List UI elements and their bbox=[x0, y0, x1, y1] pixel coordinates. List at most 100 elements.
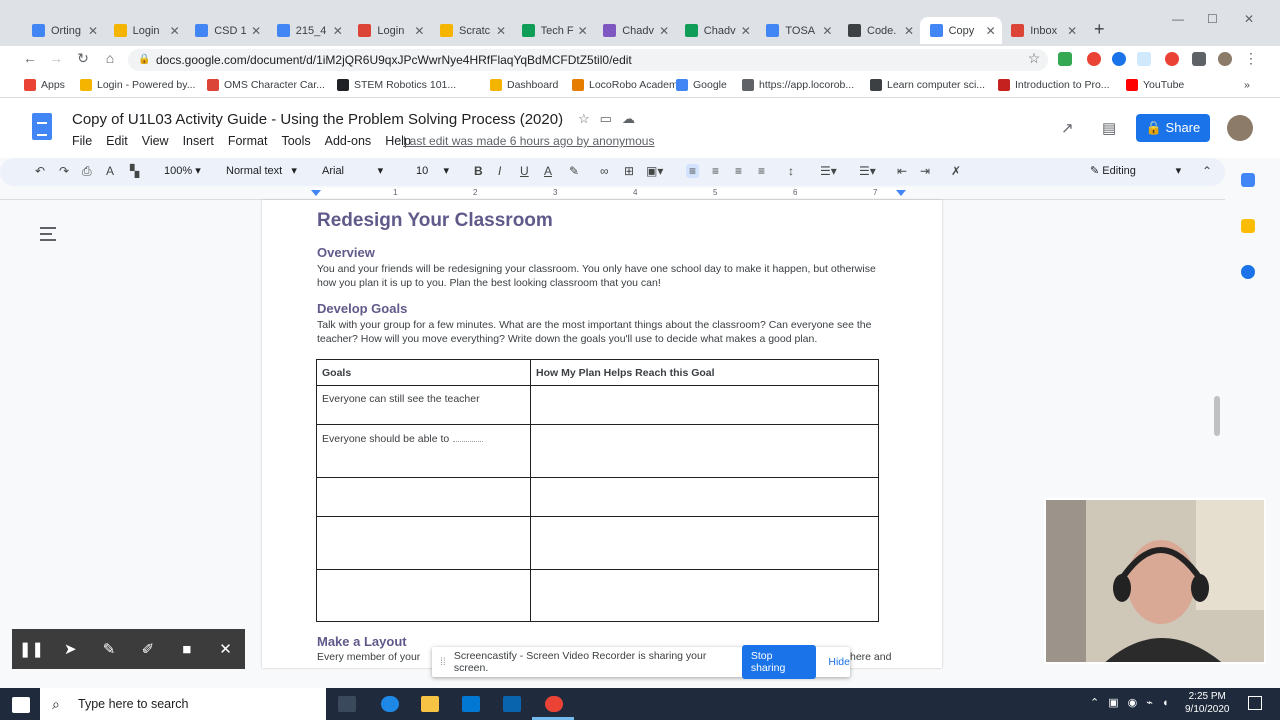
font-size-select[interactable]: 10 ▾ bbox=[416, 164, 449, 177]
highlight-icon[interactable]: ✎ bbox=[569, 164, 579, 178]
tab-close-icon[interactable]: ✕ bbox=[249, 24, 263, 38]
profile-avatar-icon[interactable] bbox=[1218, 52, 1232, 66]
move-folder-icon[interactable]: ▭ bbox=[600, 111, 622, 126]
pause-icon[interactable]: ❚❚ bbox=[12, 640, 51, 658]
browser-tab[interactable]: TOSA ✕ bbox=[756, 17, 838, 44]
tab-close-icon[interactable]: ✕ bbox=[984, 24, 998, 38]
windows-start-icon[interactable] bbox=[12, 697, 30, 713]
spellcheck-icon[interactable]: A bbox=[106, 164, 114, 178]
close-toolbar-icon[interactable]: ✕ bbox=[206, 640, 245, 658]
undo-icon[interactable]: ↶ bbox=[35, 164, 45, 178]
bookmark-item[interactable]: LocoRobo Academ... bbox=[572, 79, 686, 91]
calendar-side-icon[interactable] bbox=[1241, 173, 1255, 187]
table-cell[interactable]: Everyone should be able to bbox=[316, 424, 531, 478]
file-explorer-icon[interactable] bbox=[421, 696, 439, 712]
new-tab-button[interactable]: + bbox=[1094, 19, 1105, 40]
extension-icon[interactable] bbox=[1137, 52, 1151, 66]
bookmark-item[interactable]: Apps bbox=[24, 79, 65, 91]
browser-tab[interactable]: 215_4 ✕ bbox=[267, 17, 349, 44]
tab-close-icon[interactable]: ✕ bbox=[168, 24, 182, 38]
underline-icon[interactable]: U bbox=[520, 164, 529, 178]
bulleted-list-icon[interactable]: ☰▾ bbox=[859, 164, 876, 178]
extension-icon[interactable] bbox=[1058, 52, 1072, 66]
camera-icon[interactable]: ■ bbox=[167, 641, 206, 658]
bookmark-item[interactable]: Google bbox=[676, 79, 727, 91]
line-spacing-icon[interactable]: ↕ bbox=[788, 164, 794, 178]
font-select[interactable]: Arial ▾ bbox=[322, 164, 383, 177]
bookmark-item[interactable]: Introduction to Pro... bbox=[998, 79, 1110, 91]
system-tray-icons[interactable]: ⌃▣◉⌁◖ bbox=[1090, 696, 1177, 709]
tab-close-icon[interactable]: ✕ bbox=[412, 24, 426, 38]
google-docs-logo-icon[interactable] bbox=[32, 113, 52, 140]
redo-icon[interactable]: ↷ bbox=[59, 164, 69, 178]
comments-icon[interactable]: ▤ bbox=[1102, 119, 1116, 137]
browser-tab[interactable]: Chadv ✕ bbox=[675, 17, 757, 44]
table-cell[interactable] bbox=[530, 569, 879, 622]
bold-icon[interactable]: B bbox=[474, 164, 483, 178]
forward-icon[interactable]: → bbox=[46, 50, 66, 70]
bookmark-item[interactable]: STEM Robotics 101... bbox=[337, 79, 456, 91]
cloud-status-icon[interactable]: ☁ bbox=[622, 111, 645, 126]
bookmark-item[interactable]: Learn computer sci... bbox=[870, 79, 985, 91]
tab-close-icon[interactable]: ✕ bbox=[494, 24, 508, 38]
browser-tab[interactable]: Tech F ✕ bbox=[512, 17, 594, 44]
reload-icon[interactable]: ↻ bbox=[73, 50, 93, 70]
browser-tab[interactable]: Code. ✕ bbox=[838, 17, 920, 44]
italic-icon[interactable]: I bbox=[498, 164, 501, 178]
bookmark-item[interactable]: Dashboard bbox=[490, 79, 558, 91]
drag-handle-icon[interactable]: ⁞⁞ bbox=[440, 656, 446, 668]
mail-icon[interactable] bbox=[503, 696, 521, 712]
account-avatar[interactable] bbox=[1227, 115, 1253, 141]
star-icon[interactable]: ☆ bbox=[578, 111, 600, 126]
bookmark-star-icon[interactable]: ☆ bbox=[1024, 50, 1044, 70]
print-icon[interactable]: ⎙ bbox=[82, 164, 92, 179]
tasks-side-icon[interactable] bbox=[1241, 265, 1255, 279]
pen-icon[interactable]: ✎ bbox=[90, 640, 129, 658]
table-cell[interactable] bbox=[530, 477, 879, 517]
tab-close-icon[interactable]: ✕ bbox=[902, 24, 916, 38]
browser-tab[interactable]: CSD 1 ✕ bbox=[185, 17, 267, 44]
browser-tab[interactable]: Scratc ✕ bbox=[430, 17, 512, 44]
close-window-button[interactable]: ✕ bbox=[1244, 12, 1254, 26]
right-indent-marker[interactable] bbox=[896, 190, 906, 196]
last-edit-link[interactable]: Last edit was made 6 hours ago by anonym… bbox=[403, 134, 654, 148]
clear-formatting-icon[interactable]: ✗ bbox=[951, 164, 961, 178]
menu-file[interactable]: File bbox=[72, 134, 92, 148]
link-icon[interactable]: ∞ bbox=[600, 164, 609, 178]
stop-sharing-button[interactable]: Stop sharing bbox=[741, 645, 817, 679]
numbered-list-icon[interactable]: ☰▾ bbox=[820, 164, 837, 178]
cursor-icon[interactable]: ➤ bbox=[51, 640, 90, 658]
tab-close-icon[interactable]: ✕ bbox=[331, 24, 345, 38]
table-cell[interactable] bbox=[316, 569, 531, 622]
bookmarks-overflow-icon[interactable]: » bbox=[1244, 79, 1250, 91]
table-cell[interactable] bbox=[530, 424, 879, 478]
share-button[interactable]: 🔒 Share bbox=[1136, 114, 1210, 142]
tab-close-icon[interactable]: ✕ bbox=[820, 24, 834, 38]
taskbar-search-box[interactable]: ⌕ Type here to search bbox=[40, 688, 326, 720]
align-left-icon[interactable]: ≡ bbox=[686, 164, 700, 178]
text-color-icon[interactable]: A bbox=[544, 164, 552, 178]
editing-mode-select[interactable]: ✎ Editing ▾ bbox=[1090, 164, 1181, 177]
paint-format-icon[interactable]: ▚ bbox=[130, 164, 139, 178]
bookmark-item[interactable]: OMS Character Car... bbox=[207, 79, 325, 91]
browser-tab[interactable]: Orting ✕ bbox=[22, 17, 104, 44]
extension-icon[interactable] bbox=[1112, 52, 1126, 66]
insert-image-icon[interactable]: ▣▾ bbox=[646, 164, 663, 178]
bookmark-item[interactable]: YouTube bbox=[1126, 79, 1184, 91]
decrease-indent-icon[interactable]: ⇤ bbox=[897, 164, 907, 178]
screencastify-extension-icon[interactable] bbox=[1165, 52, 1179, 66]
keep-side-icon[interactable] bbox=[1241, 219, 1255, 233]
maximize-button[interactable]: ☐ bbox=[1207, 12, 1218, 26]
browser-menu-icon[interactable]: ⋮ bbox=[1241, 50, 1261, 70]
tab-close-icon[interactable]: ✕ bbox=[86, 24, 100, 38]
back-icon[interactable]: ← bbox=[20, 50, 40, 70]
browser-tab[interactable]: Copy ✕ bbox=[919, 17, 1002, 44]
menu-view[interactable]: View bbox=[142, 134, 169, 148]
table-cell[interactable]: Everyone can still see the teacher bbox=[316, 385, 531, 425]
browser-tab[interactable]: Login ✕ bbox=[104, 17, 186, 44]
bookmark-item[interactable]: Login - Powered by... bbox=[80, 79, 195, 91]
browser-tab[interactable]: Inbox ✕ bbox=[1001, 17, 1083, 44]
table-cell[interactable] bbox=[530, 516, 879, 570]
table-cell[interactable] bbox=[316, 477, 531, 517]
collapse-menus-icon[interactable]: ⌃ bbox=[1202, 164, 1212, 178]
